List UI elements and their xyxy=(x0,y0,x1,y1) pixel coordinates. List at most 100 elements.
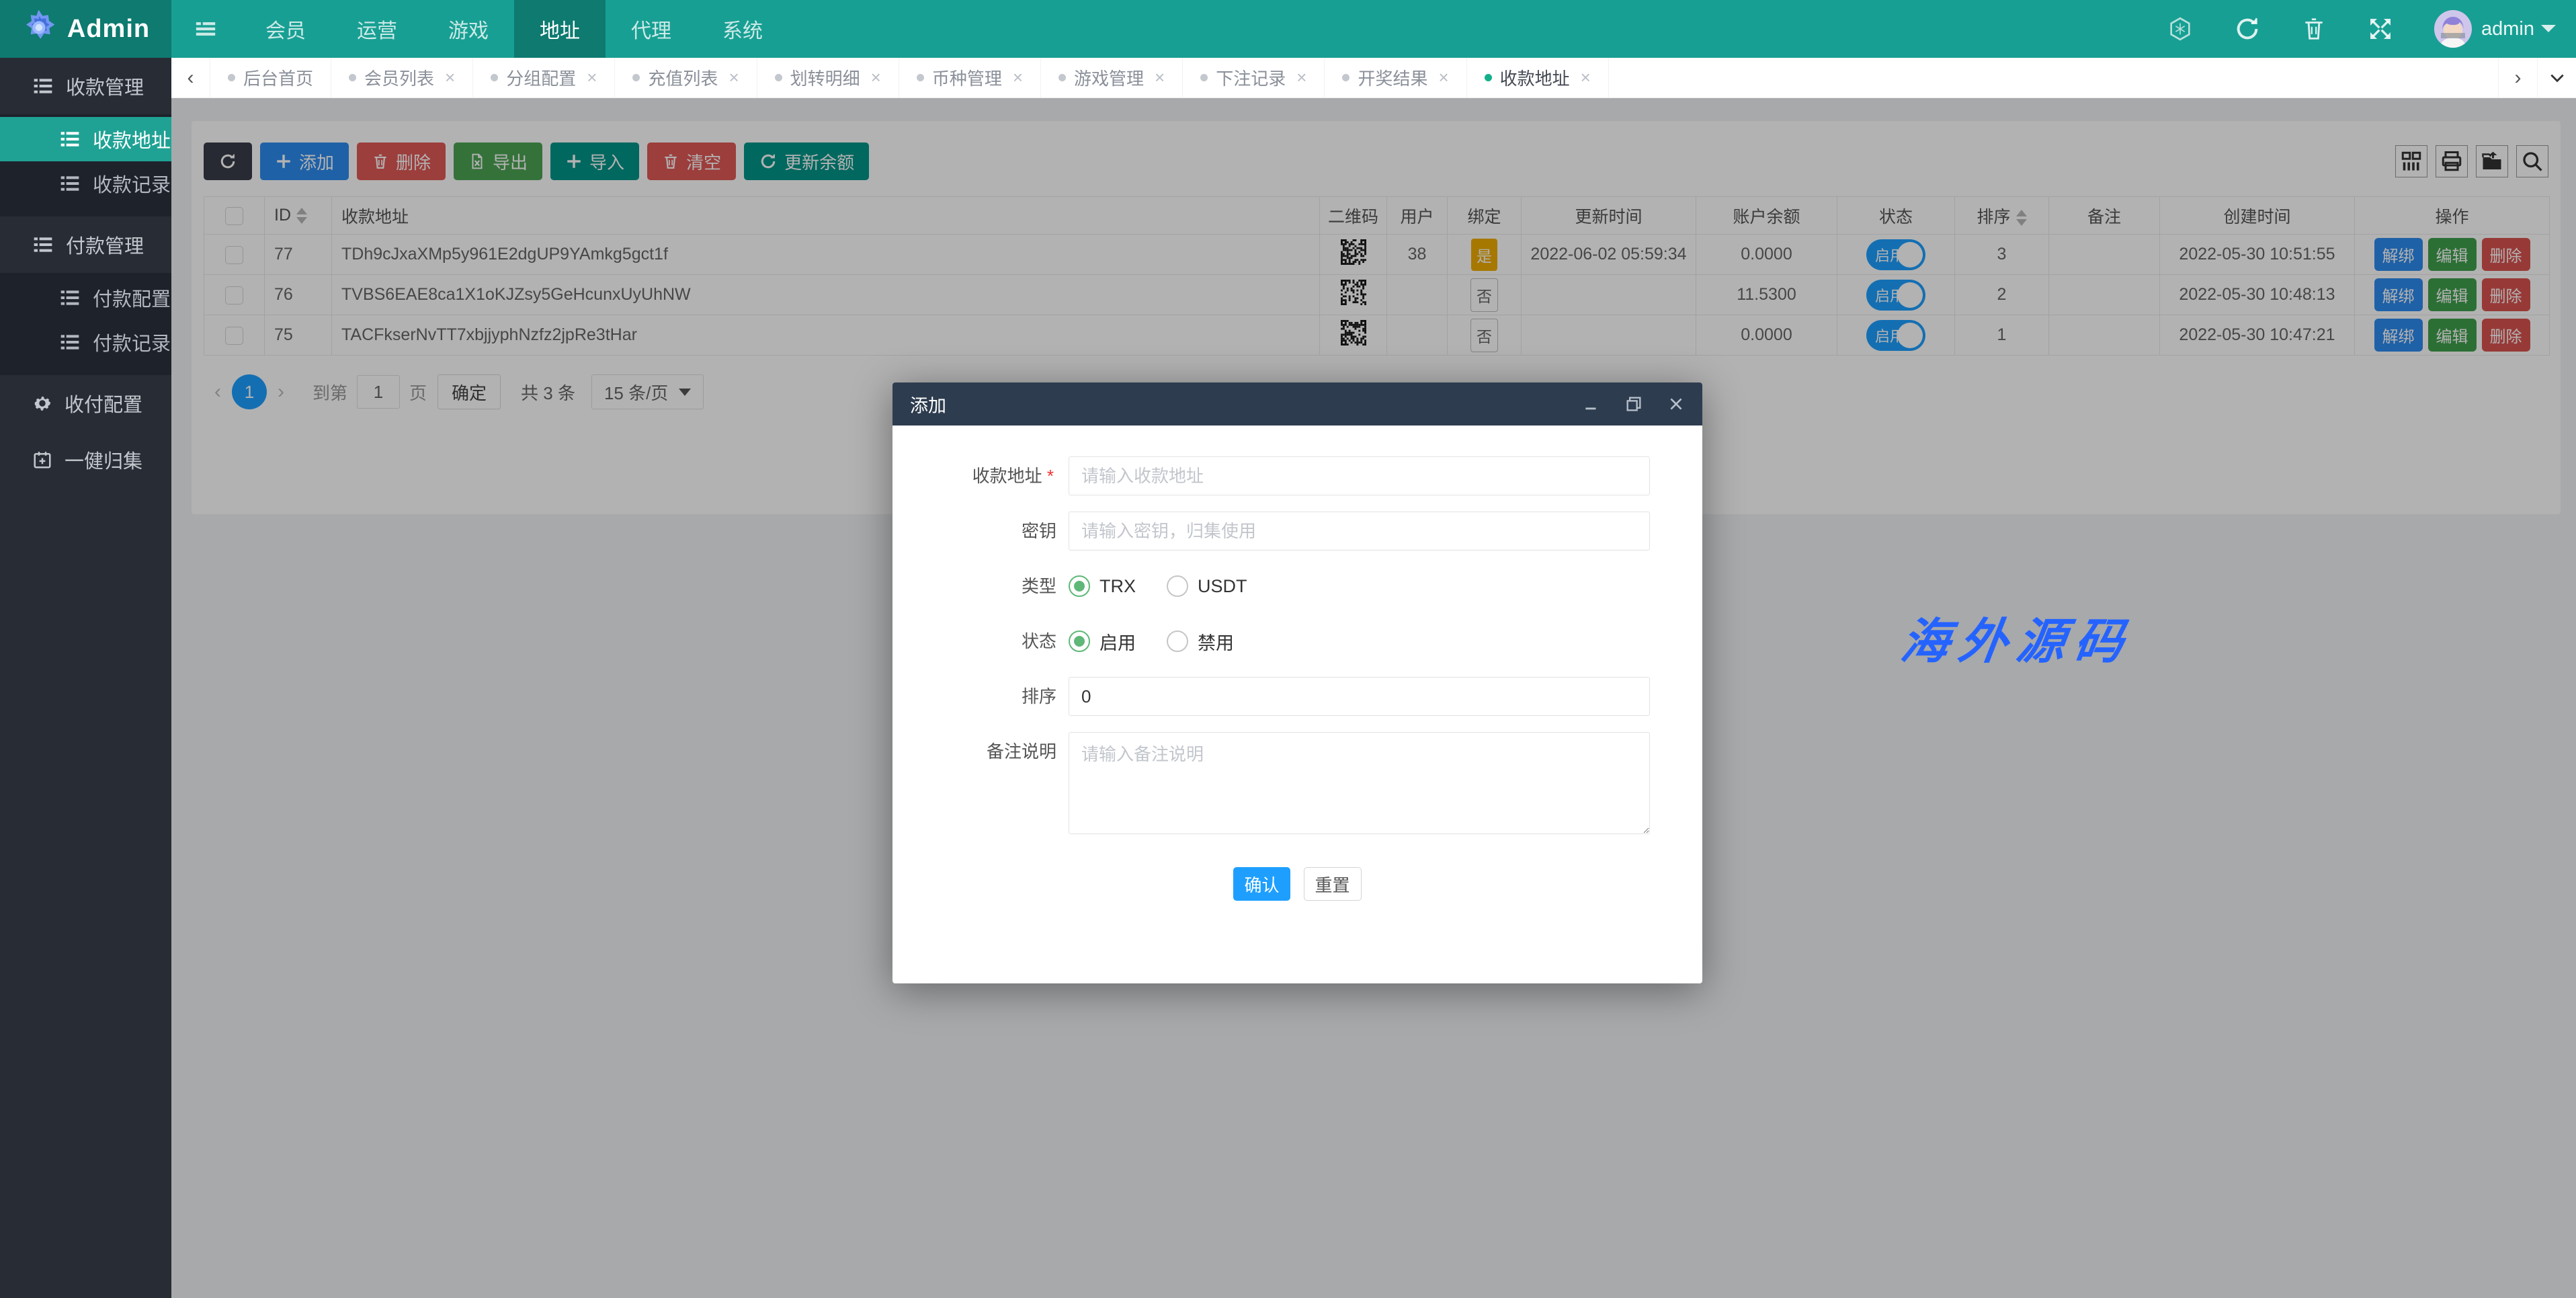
sidebar-subitem-1-1[interactable]: 收款地址 xyxy=(0,117,171,161)
tabs: 后台首页会员列表×分组配置×充值列表×划转明细×币种管理×游戏管理×下注记录×开… xyxy=(210,58,2498,97)
minimize-icon[interactable] xyxy=(1583,395,1600,413)
tab-label: 收款地址 xyxy=(1500,65,1570,90)
nav-item-6[interactable]: 系统 xyxy=(697,0,788,58)
tab-close-icon[interactable]: × xyxy=(1296,67,1306,88)
tab-close-icon[interactable]: × xyxy=(871,67,881,88)
dialog-body: 收款地址 * 密钥 类型 TRX USDT 状态 启用 xyxy=(892,425,1702,901)
tabs-scroll-left[interactable]: ‹ xyxy=(171,58,210,97)
tab-dot-icon xyxy=(1342,74,1349,81)
tab-10[interactable]: 收款地址 × xyxy=(1467,58,1609,97)
radio-dot-icon xyxy=(1069,575,1090,597)
brand-title: Admin xyxy=(67,15,150,44)
nav-item-4[interactable]: 地址 xyxy=(514,0,606,58)
sort-input[interactable] xyxy=(1069,677,1650,716)
tab-label: 会员列表 xyxy=(364,65,434,90)
tab-2[interactable]: 会员列表 × xyxy=(331,58,473,97)
brand-logo-icon xyxy=(22,10,56,48)
sidebar-item-3[interactable]: 收付配置 xyxy=(0,375,171,432)
tab-dot-icon xyxy=(349,74,356,81)
radio-dot-icon xyxy=(1167,631,1188,652)
tab-dot-icon xyxy=(775,74,782,81)
tab-9[interactable]: 开奖结果× xyxy=(1325,58,1466,97)
sidebar-item-4[interactable]: 一健归集 xyxy=(0,432,171,488)
close-icon[interactable] xyxy=(1667,395,1685,413)
tab-dot-icon xyxy=(491,74,498,81)
tab-7[interactable]: 游戏管理× xyxy=(1041,58,1183,97)
tab-close-icon[interactable]: × xyxy=(1581,67,1591,88)
tab-close-icon[interactable]: × xyxy=(729,67,739,88)
tab-close-icon[interactable]: × xyxy=(1155,67,1165,88)
username[interactable]: admin xyxy=(2481,18,2534,40)
confirm-button[interactable]: 确认 xyxy=(1233,867,1290,901)
sidebar-subitem-2-1[interactable]: 付款配置 xyxy=(0,276,171,320)
nav-item-2[interactable]: 运营 xyxy=(331,0,423,58)
tab-dot-icon xyxy=(1058,74,1066,81)
list-icon xyxy=(59,287,81,309)
tab-dot-icon xyxy=(1485,74,1492,81)
tab-8[interactable]: 下注记录 × xyxy=(1183,58,1325,97)
tabbar: ‹ 后台首页会员列表×分组配置×充值列表×划转明细×币种管理×游戏管理×下注记录… xyxy=(171,58,2576,98)
tabs-menu-toggle[interactable] xyxy=(2537,58,2576,97)
avatar[interactable] xyxy=(2434,10,2472,48)
secret-label: 密钥 xyxy=(892,512,1069,551)
tab-label: 后台首页 xyxy=(243,65,313,90)
trash-icon[interactable] xyxy=(2281,0,2347,58)
secret-input[interactable] xyxy=(1069,512,1650,551)
tab-label: 下注记录 xyxy=(1216,65,1286,90)
user-menu[interactable]: admin xyxy=(2414,0,2576,58)
type-label: 类型 xyxy=(892,567,1069,606)
sidebar-item-1[interactable]: 收款管理 xyxy=(0,58,171,114)
type-radio-usdt[interactable]: USDT xyxy=(1167,575,1247,597)
list-icon xyxy=(32,234,54,255)
sidebar-subitem-label: 收款地址 xyxy=(93,125,171,153)
list-icon xyxy=(32,75,54,97)
sidebar-subitem-label: 收款记录 xyxy=(93,169,171,198)
remark-label: 备注说明 xyxy=(892,732,1069,771)
sidebar-subitem-2-2[interactable]: 付款记录 xyxy=(0,320,171,364)
sidebar: 收款管理收款地址收款记录付款管理付款配置付款记录收付配置一健归集 xyxy=(0,58,171,1298)
list-icon xyxy=(59,331,81,353)
fullscreen-icon[interactable] xyxy=(2347,0,2414,58)
tab-close-icon[interactable]: × xyxy=(1438,67,1448,88)
maximize-icon[interactable] xyxy=(1624,395,1643,413)
sidebar-subitem-label: 付款配置 xyxy=(93,284,171,312)
add-dialog: 添加 收款地址 * 密钥 类型 TRX xyxy=(892,382,1702,983)
tab-close-icon[interactable]: × xyxy=(1013,67,1023,88)
dialog-header[interactable]: 添加 xyxy=(892,382,1702,425)
required-asterisk: * xyxy=(1047,466,1054,486)
tab-3[interactable]: 分组配置× xyxy=(473,58,615,97)
nav-item-1[interactable]: 会员 xyxy=(240,0,331,58)
address-input[interactable] xyxy=(1069,456,1650,495)
sidebar-collapse-toggle[interactable] xyxy=(171,0,240,58)
tab-close-icon[interactable]: × xyxy=(587,67,597,88)
tab-1[interactable]: 后台首页 xyxy=(210,58,331,97)
status-radio-disabled[interactable]: 禁用 xyxy=(1167,628,1234,655)
dialog-title: 添加 xyxy=(910,391,946,417)
sidebar-subitem-label: 付款记录 xyxy=(93,328,171,356)
tabs-scroll-right[interactable]: › xyxy=(2498,58,2537,97)
reset-button[interactable]: 重置 xyxy=(1304,867,1362,901)
sidebar-subitem-1-2[interactable]: 收款记录 xyxy=(0,161,171,206)
status-label: 状态 xyxy=(892,622,1069,661)
calendar-icon xyxy=(32,450,52,470)
nav-item-3[interactable]: 游戏 xyxy=(423,0,514,58)
type-radio-trx[interactable]: TRX xyxy=(1069,575,1136,597)
tab-dot-icon xyxy=(228,74,235,81)
gear-icon xyxy=(32,393,52,413)
tab-close-icon[interactable]: × xyxy=(445,67,455,88)
sidebar-item-2[interactable]: 付款管理 xyxy=(0,216,171,273)
tab-6[interactable]: 币种管理 × xyxy=(899,58,1041,97)
tab-4[interactable]: 充值列表× xyxy=(615,58,757,97)
sidebar-item-label: 付款管理 xyxy=(66,231,144,259)
remark-textarea[interactable] xyxy=(1069,732,1650,834)
radio-dot-icon xyxy=(1167,575,1188,597)
nav-item-5[interactable]: 代理 xyxy=(606,0,697,58)
tab-dot-icon xyxy=(917,74,924,81)
topbar-right: admin xyxy=(2147,0,2576,58)
dialog-footer: 确认 重置 xyxy=(892,867,1702,901)
status-radio-enabled[interactable]: 启用 xyxy=(1069,628,1136,655)
refresh-icon[interactable] xyxy=(2214,0,2281,58)
tab-label: 币种管理 xyxy=(932,65,1002,90)
clear-cache-icon[interactable] xyxy=(2147,0,2214,58)
tab-5[interactable]: 划转明细× xyxy=(757,58,899,97)
